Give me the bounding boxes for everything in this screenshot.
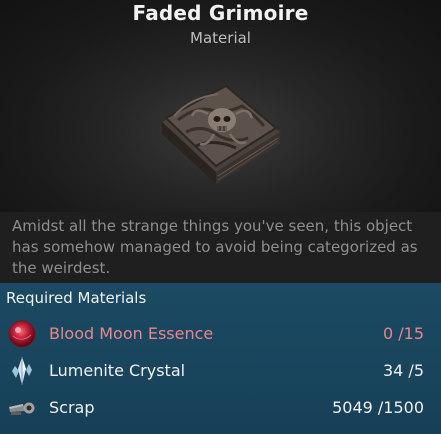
required-materials-section: Required Materials Blood Moon Essence 0 … (0, 283, 441, 434)
item-tooltip-panel: Faded Grimoire Material Amidst all the s… (0, 0, 441, 434)
material-name: Blood Moon Essence (49, 324, 214, 343)
material-row-scrap: Scrap 5049 /1500 (0, 390, 441, 426)
item-title: Faded Grimoire (132, 1, 309, 25)
item-category: Material (190, 29, 251, 47)
material-count: 34 /5 (382, 361, 424, 380)
item-description: Amidst all the strange things you've see… (12, 217, 418, 277)
material-row-blood-moon-essence: Blood Moon Essence 0 /15 (0, 316, 441, 352)
scrap-icon (9, 402, 35, 415)
material-name: Scrap (49, 398, 95, 417)
item-description-area: Amidst all the strange things you've see… (0, 212, 441, 283)
grimoire-book-icon (162, 84, 280, 184)
material-name: Lumenite Crystal (49, 361, 186, 380)
material-row-lumenite-crystal: Lumenite Crystal 34 /5 (0, 353, 441, 389)
blood-moon-essence-icon (8, 320, 36, 348)
lumenite-crystal-icon (12, 357, 32, 385)
item-header: Faded Grimoire Material (0, 0, 441, 212)
material-count: 5049 /1500 (332, 398, 424, 417)
material-count: 0 /15 (382, 324, 424, 343)
required-materials-heading: Required Materials (6, 289, 147, 307)
